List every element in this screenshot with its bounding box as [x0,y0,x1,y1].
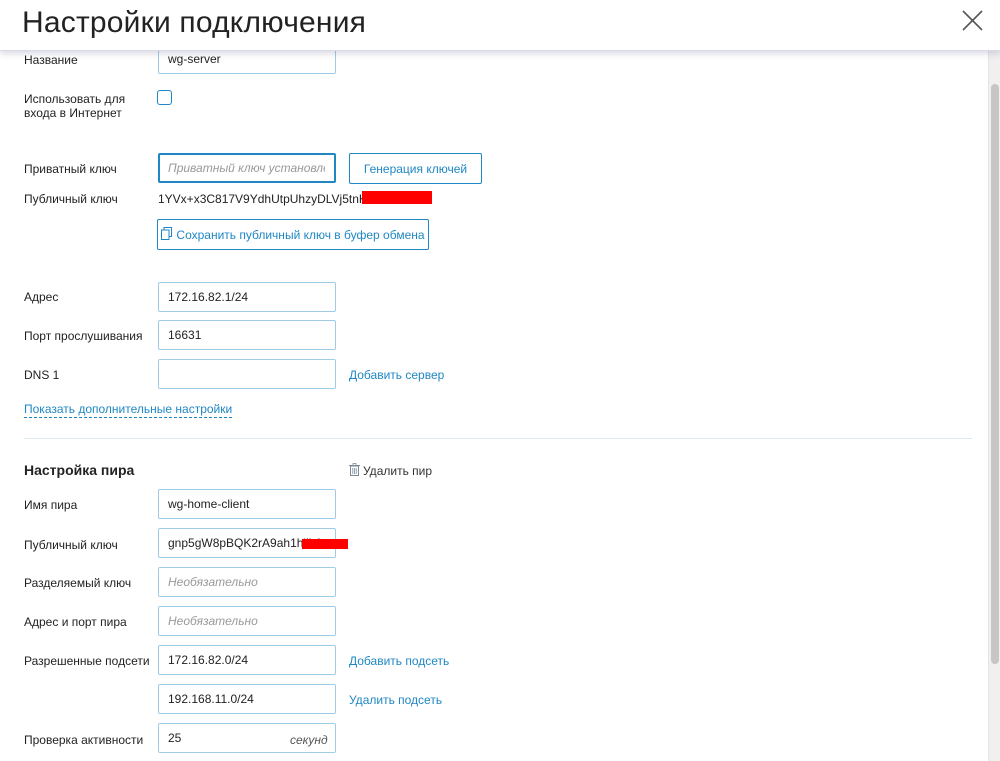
page-title: Настройки подключения [22,6,367,39]
address-input[interactable] [158,282,336,312]
peer-name-label: Имя пира [24,498,78,512]
close-icon [962,10,983,31]
private-key-label: Приватный ключ [24,162,117,176]
delete-peer-label: Удалить пир [363,464,433,478]
endpoint-input[interactable] [158,606,336,636]
address-label: Адрес [24,290,59,304]
keepalive-unit: секунд [290,733,328,747]
peer-public-key-label: Публичный ключ [24,538,118,552]
allowed-subnets-label: Разрешенные подсети [24,654,150,668]
name-label: Название [24,53,78,67]
public-key-value: 1YVx+x3C817V9YdhUtpUhzyDLVj5tnK2m/ [158,192,387,206]
close-button[interactable] [958,6,988,36]
use-for-internet-checkbox[interactable] [157,90,172,105]
clipboard-icon [161,226,173,243]
subnet-input-2[interactable] [158,684,336,714]
peer-name-input[interactable] [158,489,336,519]
peer-section-title: Настройка пира [24,462,135,478]
delete-peer-button[interactable]: Удалить пир [349,463,432,479]
redaction-mark [302,539,348,549]
scrollbar-thumb[interactable] [991,84,999,664]
port-input[interactable] [158,320,336,350]
dns-input[interactable] [158,359,336,389]
keepalive-label: Проверка активности [24,733,144,747]
public-key-label: Публичный ключ [24,192,118,206]
scrollbar[interactable] [988,50,1000,761]
remove-subnet-link[interactable]: Удалить подсеть [349,693,442,707]
dialog-header: Настройки подключения [0,0,1000,51]
section-divider [24,438,972,439]
show-advanced-settings-link[interactable]: Показать дополнительные настройки [24,402,233,418]
redaction-mark [362,191,432,204]
subnet-input-1[interactable] [158,645,336,675]
port-label: Порт прослушивания [24,329,143,343]
internet-label-line1: Использовать для [24,92,126,106]
trash-icon [349,463,360,479]
generate-keys-button[interactable]: Генерация ключей [349,153,482,184]
copy-public-key-button[interactable]: Сохранить публичный ключ в буфер обмена [157,219,429,250]
add-server-link[interactable]: Добавить сервер [349,368,444,382]
add-subnet-link[interactable]: Добавить подсеть [349,654,449,668]
private-key-input[interactable] [158,153,336,183]
internet-label-line2: входа в Интернет [24,106,122,120]
shared-key-label: Разделяемый ключ [24,576,132,590]
copy-public-key-label: Сохранить публичный ключ в буфер обмена [176,227,425,242]
dns-label: DNS 1 [24,368,60,382]
shared-key-input[interactable] [158,567,336,597]
endpoint-label: Адрес и порт пира [24,615,127,629]
